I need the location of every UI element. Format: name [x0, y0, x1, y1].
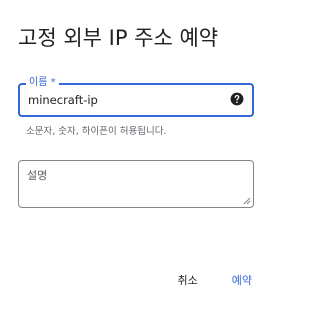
- description-textarea[interactable]: [27, 167, 241, 201]
- cancel-button[interactable]: 취소: [178, 272, 198, 288]
- resize-grip-icon[interactable]: [243, 197, 251, 205]
- dialog-actions: 취소 예약: [178, 272, 253, 288]
- description-field[interactable]: [18, 160, 254, 208]
- dialog-title: 고정 외부 IP 주소 예약: [18, 26, 219, 50]
- help-circle-icon[interactable]: [230, 92, 244, 106]
- reserve-button[interactable]: 예약: [232, 272, 252, 288]
- name-field[interactable]: 이름 *: [18, 76, 254, 117]
- name-input[interactable]: [28, 85, 224, 115]
- name-field-hint: 소문자, 숫자, 하이픈이 허용됩니다.: [26, 126, 167, 137]
- reserve-ip-dialog: 고정 외부 IP 주소 예약 이름 * 소문자, 숫자, 하이픈이 허용됩니다.…: [0, 0, 272, 314]
